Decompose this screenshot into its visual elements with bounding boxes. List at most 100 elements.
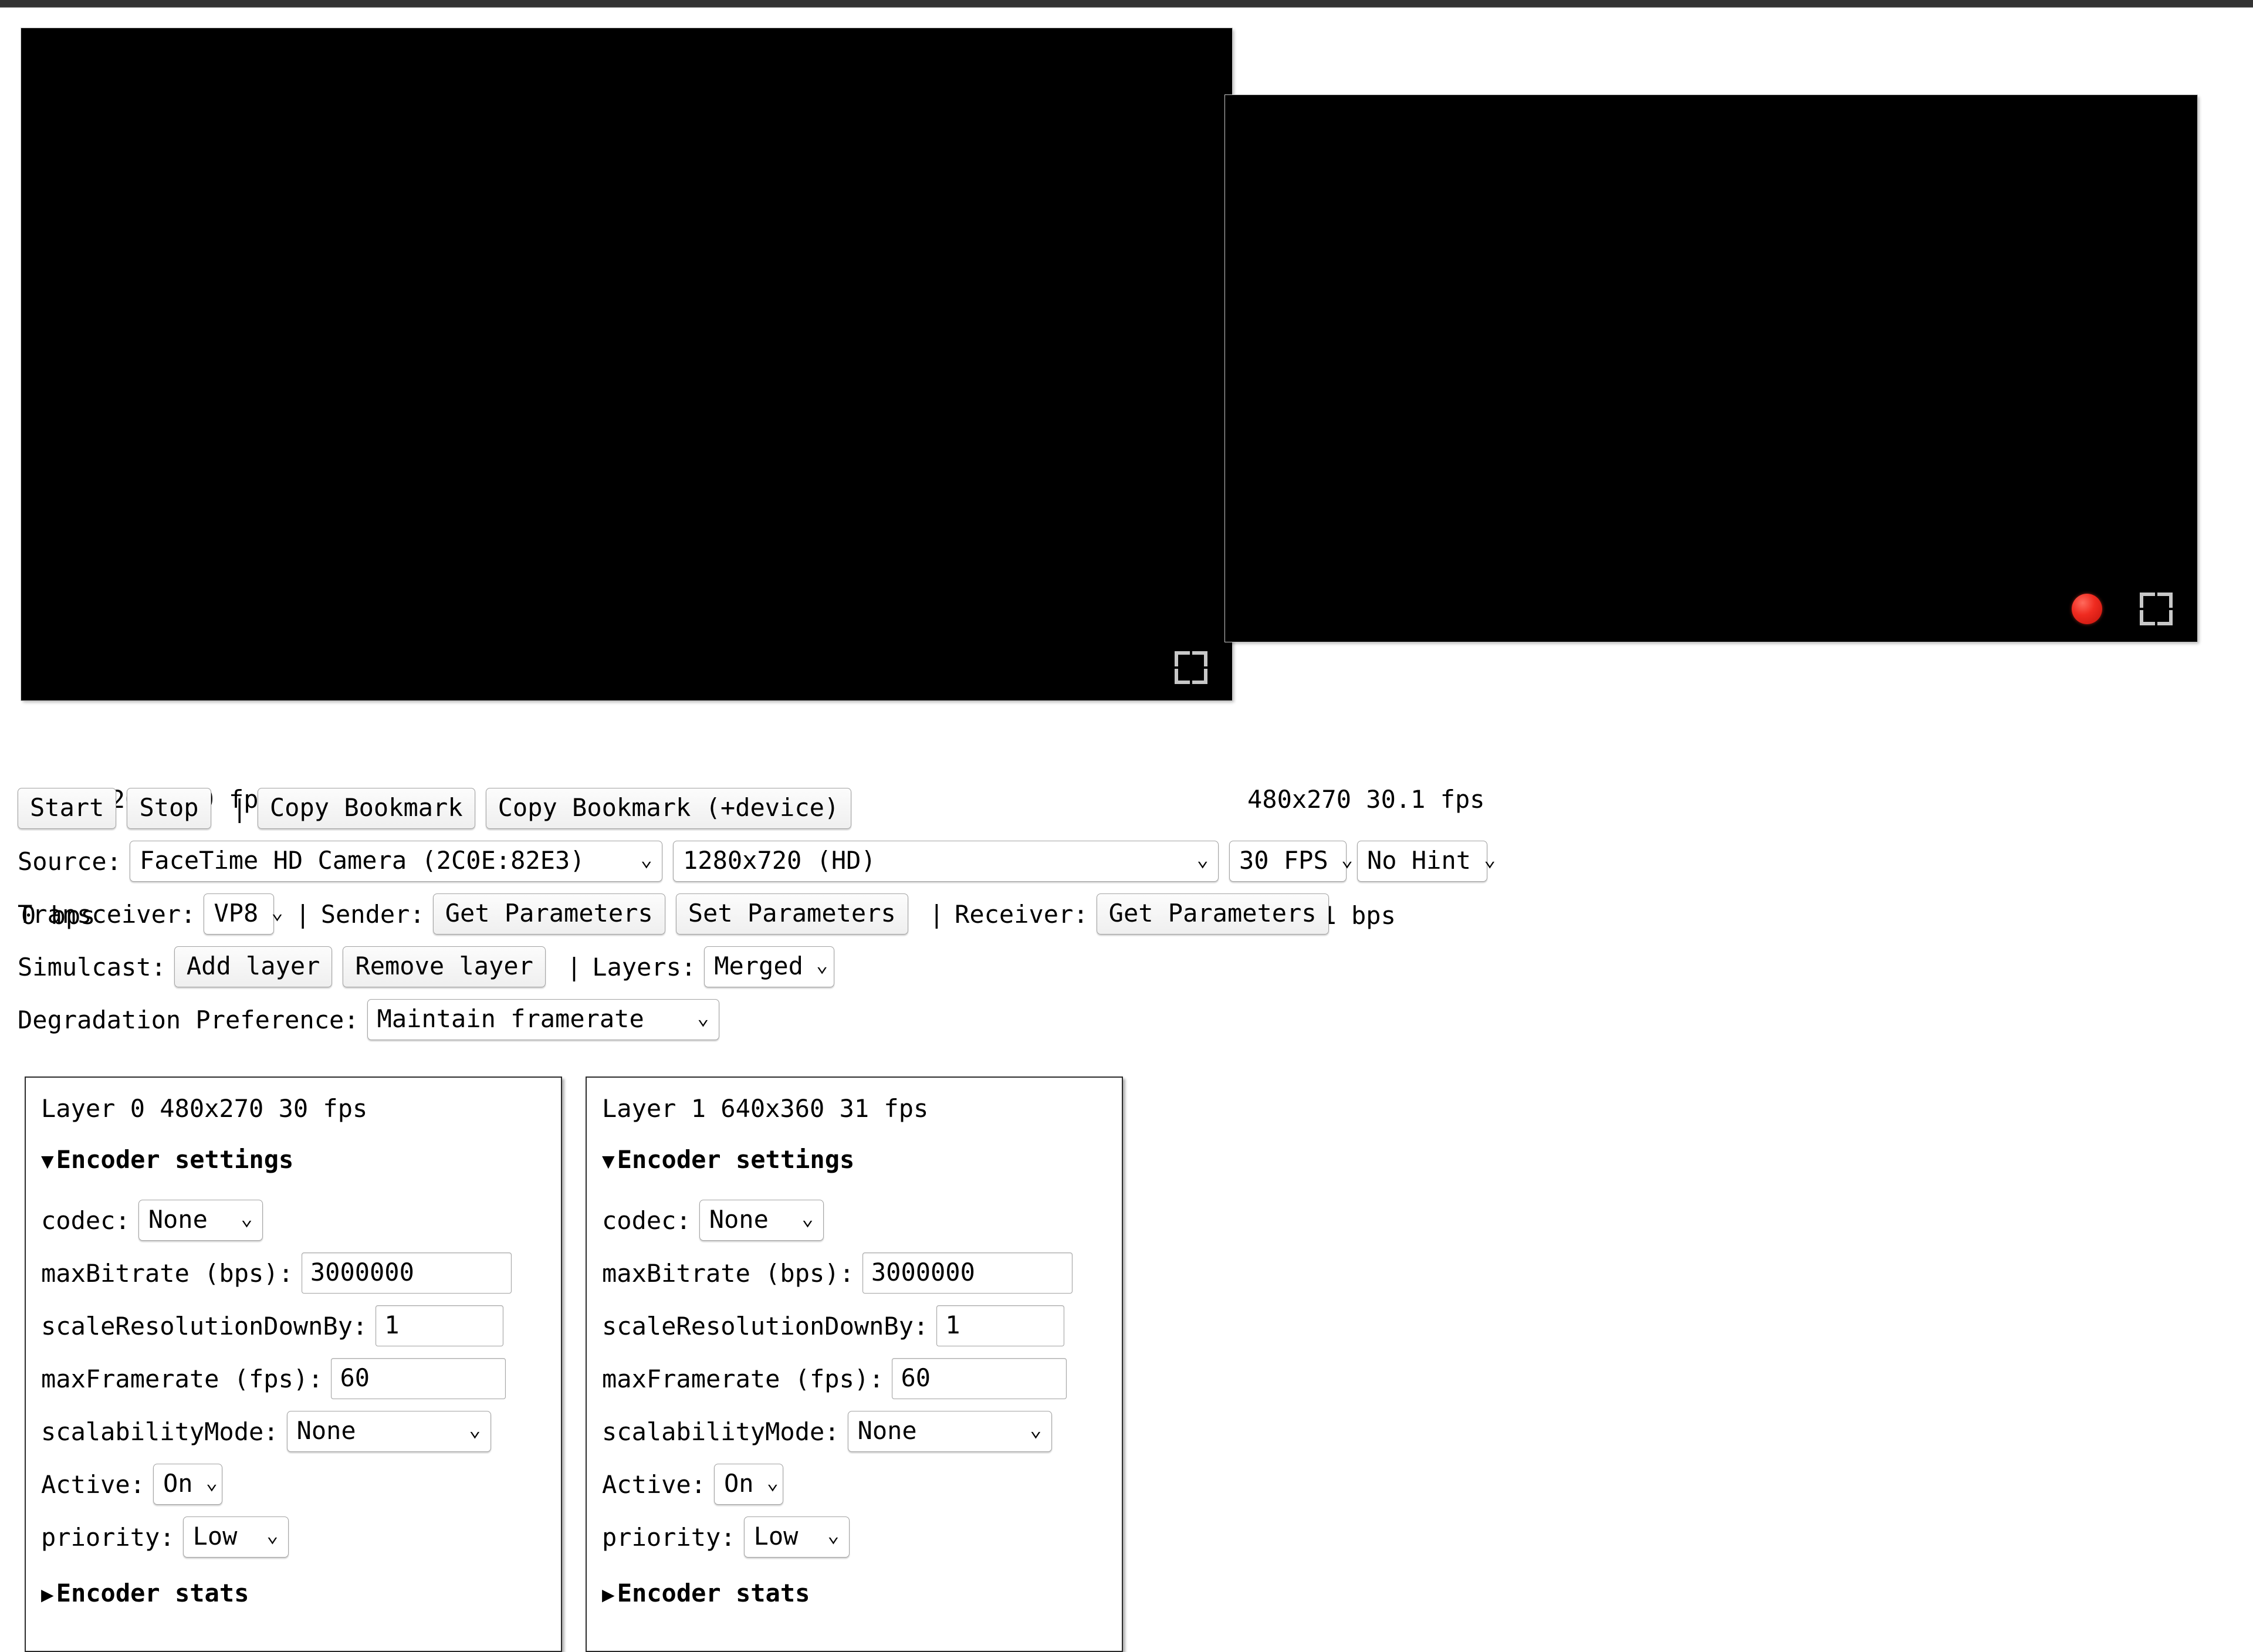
stop-button[interactable]: Stop bbox=[127, 788, 211, 829]
codec-field-row: codec: None ⌄ bbox=[41, 1194, 546, 1247]
source-select[interactable]: FaceTime HD Camera (2C0E:82E3) ⌄ bbox=[130, 841, 663, 882]
scalability-mode-select[interactable]: None ⌄ bbox=[847, 1411, 1052, 1452]
start-button[interactable]: Start bbox=[18, 788, 117, 829]
chevron-down-icon: ⌄ bbox=[469, 1418, 481, 1441]
layers-select-value: Merged bbox=[714, 952, 803, 980]
max-framerate-field-row: maxFramerate (fps): 60 bbox=[602, 1352, 1107, 1405]
row-separator: | bbox=[232, 794, 247, 823]
codec-select-value: None bbox=[709, 1205, 769, 1234]
chevron-down-icon: ⌄ bbox=[766, 1471, 779, 1494]
priority-field-row: priority: Low ⌄ bbox=[41, 1511, 546, 1563]
transceiver-row: Transceiver: VP8 ⌄ | Sender: Get Paramet… bbox=[0, 888, 2253, 940]
codec-select-value: None bbox=[148, 1205, 208, 1234]
degradation-label: Degradation Preference: bbox=[18, 1005, 359, 1034]
max-bitrate-field-row: maxBitrate (bps): 3000000 bbox=[602, 1247, 1107, 1299]
priority-field-row: priority: Low ⌄ bbox=[602, 1511, 1107, 1563]
max-framerate-input[interactable]: 60 bbox=[331, 1358, 506, 1399]
encoder-settings-label: Encoder settings bbox=[617, 1145, 855, 1174]
transceiver-codec-select[interactable]: VP8 ⌄ bbox=[204, 893, 283, 935]
video-row: 1280x720 30.0 fps 0 bps 480x270 30.1 fps… bbox=[0, 8, 2253, 930]
chevron-down-icon: ⌄ bbox=[827, 1524, 840, 1547]
scalability-mode-select[interactable]: None ⌄ bbox=[286, 1411, 491, 1452]
sender-get-parameters-button[interactable]: Get Parameters bbox=[432, 893, 665, 935]
encoder-settings-disclosure[interactable]: ▼Encoder settings bbox=[41, 1145, 546, 1174]
encoder-settings-disclosure[interactable]: ▼Encoder settings bbox=[602, 1145, 1107, 1174]
priority-select[interactable]: Low ⌄ bbox=[743, 1516, 850, 1558]
layer-title: Layer 1 640x360 31 fps bbox=[602, 1094, 929, 1123]
chevron-down-icon: ⌄ bbox=[640, 848, 653, 871]
chevron-down-icon: ⌄ bbox=[271, 901, 283, 924]
priority-select[interactable]: Low ⌄ bbox=[182, 1516, 289, 1558]
encoder-stats-disclosure[interactable]: ▶Encoder stats bbox=[602, 1579, 1107, 1607]
controls-region: Start Stop | Copy Bookmark Copy Bookmark… bbox=[0, 782, 2253, 1046]
chevron-down-icon: ⌄ bbox=[801, 1207, 814, 1230]
codec-label: codec: bbox=[41, 1206, 130, 1235]
chevron-down-icon: ⌄ bbox=[205, 1471, 218, 1494]
simulcast-row: Simulcast: Add layer Remove layer | Laye… bbox=[0, 940, 2253, 993]
encoder-settings-label: Encoder settings bbox=[56, 1145, 294, 1174]
max-bitrate-label: maxBitrate (bps): bbox=[41, 1258, 293, 1288]
encoder-stats-label: Encoder stats bbox=[56, 1579, 249, 1607]
triangle-right-icon: ▶ bbox=[41, 1583, 54, 1607]
codec-select[interactable]: None ⌄ bbox=[138, 1200, 263, 1241]
layer-panel-0: Layer 0 480x270 30 fps ▼Encoder settings… bbox=[25, 1076, 562, 1652]
record-indicator-icon[interactable] bbox=[2072, 594, 2102, 624]
scale-resolution-label: scaleResolutionDownBy: bbox=[602, 1311, 929, 1340]
scalability-mode-label: scalabilityMode: bbox=[41, 1417, 279, 1446]
copy-bookmark-device-button[interactable]: Copy Bookmark (+device) bbox=[485, 788, 852, 829]
layer-title: Layer 0 480x270 30 fps bbox=[41, 1094, 368, 1123]
active-select[interactable]: On ⌄ bbox=[153, 1464, 223, 1505]
source-row: Source: FaceTime HD Camera (2C0E:82E3) ⌄… bbox=[0, 835, 2253, 888]
add-layer-button[interactable]: Add layer bbox=[174, 946, 333, 987]
hint-select[interactable]: No Hint ⌄ bbox=[1357, 841, 1496, 882]
remove-layer-button[interactable]: Remove layer bbox=[343, 946, 546, 987]
receiver-get-parameters-button[interactable]: Get Parameters bbox=[1096, 893, 1329, 935]
fullscreen-icon[interactable] bbox=[1175, 651, 1207, 684]
layers-select[interactable]: Merged ⌄ bbox=[704, 946, 835, 987]
copy-bookmark-button[interactable]: Copy Bookmark bbox=[257, 788, 475, 829]
degradation-select[interactable]: Maintain framerate ⌄ bbox=[367, 999, 719, 1040]
chevron-down-icon: ⌄ bbox=[816, 953, 828, 977]
local-video-overlay bbox=[1175, 651, 1207, 684]
fullscreen-icon[interactable] bbox=[2140, 593, 2173, 625]
sender-set-parameters-button[interactable]: Set Parameters bbox=[675, 893, 908, 935]
simulcast-label: Simulcast: bbox=[18, 952, 166, 981]
max-framerate-input[interactable]: 60 bbox=[892, 1358, 1067, 1399]
active-select-value: On bbox=[724, 1469, 754, 1498]
fps-select-value: 30 FPS bbox=[1239, 846, 1328, 875]
max-bitrate-field-row: maxBitrate (bps): 3000000 bbox=[41, 1247, 546, 1299]
max-bitrate-input[interactable]: 3000000 bbox=[301, 1252, 512, 1294]
scalability-mode-value: None bbox=[296, 1416, 356, 1445]
active-field-row: Active: On ⌄ bbox=[41, 1458, 546, 1511]
page-content: 1280x720 30.0 fps 0 bps 480x270 30.1 fps… bbox=[0, 8, 2253, 1652]
row-separator: | bbox=[295, 899, 310, 929]
encoder-stats-disclosure[interactable]: ▶Encoder stats bbox=[41, 1579, 546, 1607]
transceiver-codec-value: VP8 bbox=[214, 899, 259, 927]
remote-video[interactable] bbox=[1225, 95, 2197, 642]
priority-select-value: Low bbox=[753, 1522, 799, 1551]
codec-field-row: codec: None ⌄ bbox=[602, 1194, 1107, 1247]
priority-label: priority: bbox=[602, 1522, 736, 1552]
chevron-down-icon: ⌄ bbox=[697, 1006, 709, 1030]
active-label: Active: bbox=[602, 1470, 706, 1499]
fps-select[interactable]: 30 FPS ⌄ bbox=[1229, 841, 1353, 882]
triangle-right-icon: ▶ bbox=[602, 1583, 615, 1607]
active-select[interactable]: On ⌄ bbox=[714, 1464, 784, 1505]
layers-label: Layers: bbox=[592, 952, 696, 981]
scale-resolution-input[interactable]: 1 bbox=[376, 1305, 504, 1346]
triangle-down-icon: ▼ bbox=[602, 1149, 615, 1173]
max-bitrate-input[interactable]: 3000000 bbox=[862, 1252, 1073, 1294]
browser-chrome-bar bbox=[0, 0, 2253, 8]
scale-resolution-input[interactable]: 1 bbox=[936, 1305, 1065, 1346]
resolution-select[interactable]: 1280x720 (HD) ⌄ bbox=[673, 841, 1219, 882]
local-video[interactable] bbox=[21, 28, 1232, 700]
codec-select[interactable]: None ⌄ bbox=[699, 1200, 824, 1241]
chevron-down-icon: ⌄ bbox=[1196, 848, 1209, 871]
active-select-value: On bbox=[163, 1469, 193, 1498]
scalability-mode-value: None bbox=[857, 1416, 917, 1445]
source-select-value: FaceTime HD Camera (2C0E:82E3) bbox=[140, 846, 585, 875]
chevron-down-icon: ⌄ bbox=[266, 1524, 279, 1547]
triangle-down-icon: ▼ bbox=[41, 1149, 54, 1173]
chevron-down-icon: ⌄ bbox=[241, 1207, 253, 1230]
transceiver-label: Transceiver: bbox=[18, 899, 196, 929]
